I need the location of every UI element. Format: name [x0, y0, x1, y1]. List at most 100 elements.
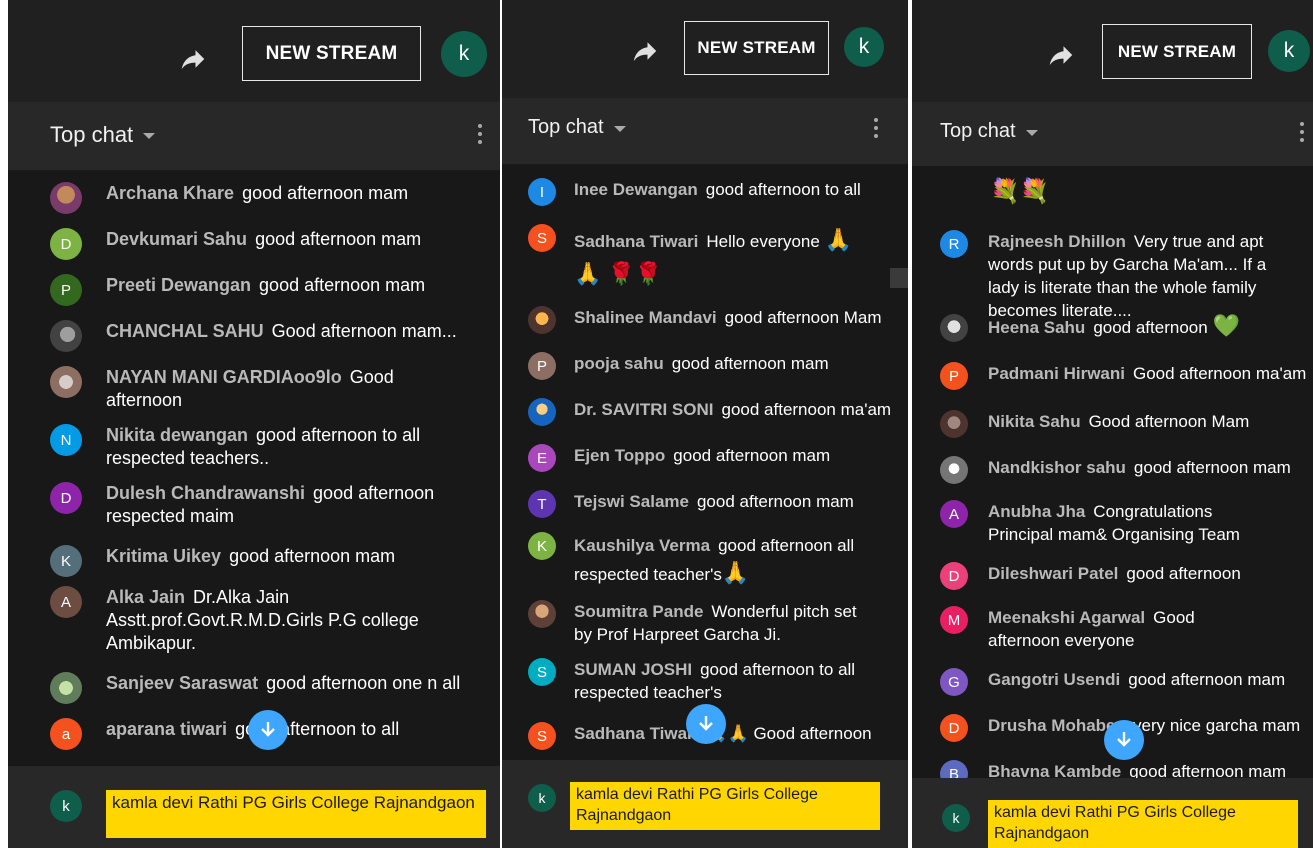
author-name[interactable]: pooja sahu [574, 354, 664, 373]
author-name[interactable]: Dulesh Chandrawanshi [106, 483, 305, 503]
avatar: P [50, 274, 82, 306]
author-name[interactable]: Nikita dewangan [106, 425, 248, 445]
author-name[interactable]: Sanjeev Saraswat [106, 673, 258, 693]
author-name[interactable]: Alka Jain [106, 587, 185, 607]
avatar [940, 314, 968, 342]
top-chat-dropdown[interactable]: Top chat [528, 116, 626, 139]
list-item: K Kaushilya Verma good afternoon all resp… [528, 532, 858, 588]
more-vert-icon[interactable] [478, 124, 484, 144]
more-vert-icon[interactable] [1300, 122, 1306, 142]
message-text: good afternoon mam [259, 275, 426, 295]
author-name[interactable]: Devkumari Sahu [106, 229, 247, 249]
avatar: M [940, 606, 968, 634]
message-text: good afternoon mam [1128, 670, 1286, 689]
list-item: 💐💐 [990, 180, 1050, 204]
avatar: D [940, 562, 968, 590]
chat-mode-label: Top chat [940, 120, 1016, 142]
user-avatar: k [50, 790, 82, 822]
account-avatar[interactable]: k [844, 27, 884, 67]
author-name[interactable]: aparana tiwari [106, 719, 227, 739]
author-name[interactable]: Meenakshi Agarwal [988, 608, 1145, 627]
author-name[interactable]: Inee Dewangan [574, 180, 698, 199]
list-item: T Tejswi Salame good afternoon mam [528, 490, 854, 518]
author-name[interactable]: Soumitra Pande [574, 602, 703, 621]
message-text: good afternoon to all [705, 180, 861, 199]
top-chat-dropdown[interactable]: Top chat [50, 122, 156, 148]
share-arrow-icon[interactable] [1044, 38, 1078, 72]
user-avatar: k [942, 804, 970, 832]
list-item: Nikita Sahu Good afternoon Mam [940, 410, 1249, 438]
chat-mode-label: Top chat [50, 122, 134, 147]
caret-down-icon [143, 133, 156, 139]
message-text: good afternoon mam [229, 546, 396, 566]
avatar [50, 672, 82, 704]
author-name[interactable]: Kritima Uikey [106, 546, 221, 566]
avatar: A [940, 500, 968, 528]
list-item: A Alka Jain Dr.Alka Jain Asstt.prof.Govt.… [50, 586, 440, 655]
author-name[interactable]: Heena Sahu [988, 318, 1085, 337]
avatar: D [50, 482, 82, 514]
author-name[interactable]: Sadhana Tiwari [574, 724, 698, 743]
author-name[interactable]: Dr. SAVITRI SONI [574, 400, 714, 419]
avatar: G [940, 668, 968, 696]
share-arrow-icon[interactable] [628, 34, 662, 68]
list-item: B Bhavna Kambde good afternoon mam [940, 760, 1286, 780]
author-name[interactable]: NAYAN MANI GARDIAoo9lo [106, 367, 342, 387]
list-item: S Sadhana Tiwari Hello everyone 🙏🙏 🌹🌹 [528, 224, 878, 292]
user-avatar: k [528, 784, 556, 812]
message-text: good afternoon mam [671, 354, 829, 373]
avatar: K [50, 545, 82, 577]
message-text: good afternoon [1126, 564, 1241, 583]
avatar: N [50, 424, 82, 456]
chat-messages[interactable]: Archana Khare good afternoon mam D Devkum… [8, 170, 500, 766]
author-name[interactable]: CHANCHAL SAHU [106, 321, 264, 341]
message-text: good afternoon one n all [266, 673, 461, 693]
author-name[interactable]: SUMAN JOSHI [574, 660, 692, 679]
new-stream-button[interactable]: NEW STREAM [1102, 24, 1252, 79]
more-vert-icon[interactable] [874, 118, 880, 138]
author-name[interactable]: Archana Khare [106, 183, 234, 203]
author-name[interactable]: Padmani Hirwani [988, 364, 1125, 383]
new-stream-button[interactable]: NEW STREAM [242, 26, 421, 81]
author-name[interactable]: Shalinee Mandavi [574, 308, 717, 327]
new-stream-button[interactable]: NEW STREAM [684, 21, 829, 75]
avatar: P [528, 352, 556, 380]
chat-footer: k kamla devi Rathi PG Girls College Rajn… [912, 778, 1313, 848]
author-name[interactable]: Tejswi Salame [574, 492, 689, 511]
author-name[interactable]: Nikita Sahu [988, 412, 1081, 431]
avatar [940, 456, 968, 484]
list-item: M Meenakshi Agarwal Good afternoon everyo… [940, 606, 1270, 652]
author-name[interactable]: Anubha Jha [988, 502, 1085, 521]
account-avatar[interactable]: k [1268, 30, 1310, 72]
chat-header: Top chat [912, 102, 1313, 167]
chat-messages[interactable]: 💐💐 R Rajneesh Dhillon Very true and apt w… [912, 166, 1313, 780]
top-chat-dropdown[interactable]: Top chat [940, 120, 1038, 143]
chat-messages[interactable]: I Inee Dewangan good afternoon to all S S… [502, 164, 908, 760]
message-text: very nice garcha mam [1132, 716, 1301, 735]
message-emoji: 🙏 [721, 560, 750, 585]
chat-header: Top chat [502, 98, 908, 165]
author-name[interactable]: Ejen Toppo [574, 446, 665, 465]
list-item: Heena Sahu good afternoon 💚 [940, 314, 1240, 342]
account-avatar[interactable]: k [441, 31, 487, 77]
author-name[interactable]: Gangotri Usendi [988, 670, 1120, 689]
author-name[interactable]: Sadhana Tiwari [574, 232, 698, 251]
message-text: good afternoon Mam [724, 308, 882, 327]
scroll-down-button[interactable] [686, 704, 726, 744]
author-name[interactable]: Preeti Dewangan [106, 275, 251, 295]
share-arrow-icon[interactable] [176, 42, 210, 76]
list-item: CHANCHAL SAHU Good afternoon mam... [50, 320, 457, 352]
list-item: Soumitra Pande Wonderful pitch set by Pro… [528, 600, 868, 646]
author-name[interactable]: Dileshwari Patel [988, 564, 1118, 583]
list-item: R Rajneesh Dhillon Very true and apt word… [940, 230, 1290, 322]
author-name[interactable]: Nandkishor sahu [988, 458, 1126, 477]
author-name[interactable]: Kaushilya Verma [574, 536, 710, 555]
avatar: S [528, 658, 556, 686]
scroll-down-button[interactable] [248, 710, 288, 750]
author-name[interactable]: Rajneesh Dhillon [988, 232, 1126, 251]
scroll-down-button[interactable] [1104, 720, 1144, 760]
top-bar: NEW STREAM k [502, 0, 908, 98]
list-item: Nandkishor sahu good afternoon mam [940, 456, 1291, 484]
list-item: E Ejen Toppo good afternoon mam [528, 444, 830, 472]
list-item: Dr. SAVITRI SONI good afternoon ma'am [528, 398, 891, 426]
